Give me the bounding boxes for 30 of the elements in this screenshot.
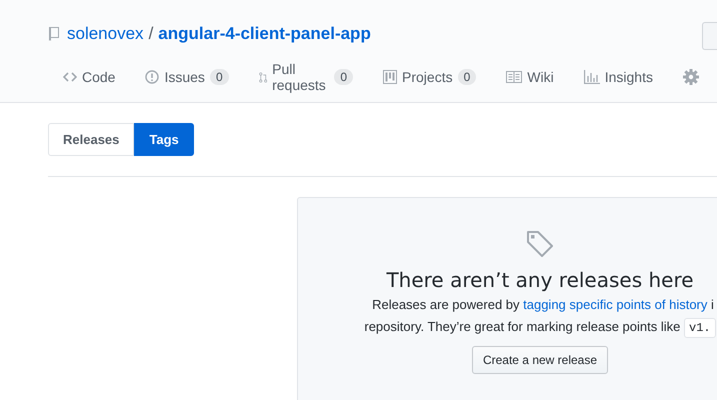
nav-tab[interactable]: Projects 0 bbox=[383, 64, 476, 92]
header-button[interactable] bbox=[702, 22, 717, 50]
version-code: v1. bbox=[684, 318, 716, 338]
path-separator: / bbox=[148, 24, 154, 44]
nav-tab[interactable]: Issues 0 bbox=[145, 64, 229, 92]
blankslate-text: Releases are powered by tagging specific points of history i bbox=[372, 296, 714, 314]
tagging-link[interactable]: tagging specific points of history bbox=[523, 297, 708, 312]
counter-badge: 0 bbox=[210, 69, 229, 85]
bar-graph-icon bbox=[584, 70, 600, 84]
book-icon bbox=[506, 71, 522, 83]
blankslate-text: repository. They’re great for marking release points like bbox=[364, 319, 680, 334]
repo-name-link[interactable]: angular-4-client-panel-app bbox=[158, 24, 371, 44]
counter-badge: 0 bbox=[334, 69, 354, 85]
nav-tab[interactable]: Wiki bbox=[506, 64, 554, 92]
owner-link[interactable]: solenovex bbox=[67, 24, 144, 44]
blankslate-title: There aren’t any releases here bbox=[386, 268, 694, 292]
code-icon bbox=[63, 71, 77, 83]
pull-request-icon bbox=[258, 70, 268, 84]
nav-tab[interactable]: Pull requests 0 bbox=[258, 64, 354, 92]
nav-tab[interactable]: Code bbox=[63, 64, 116, 92]
repo-icon bbox=[48, 26, 60, 42]
nav-tab[interactable]: Insights bbox=[584, 64, 653, 92]
subnav-tab[interactable]: Releases bbox=[48, 123, 134, 156]
issue-icon bbox=[145, 70, 160, 84]
board-icon bbox=[383, 70, 398, 84]
settings-icon bbox=[682, 69, 699, 85]
counter-badge: 0 bbox=[458, 69, 476, 85]
create-release-button[interactable]: Create a new release bbox=[472, 346, 608, 374]
subnav-tab[interactable]: Tags bbox=[134, 123, 194, 156]
tag-icon bbox=[526, 230, 554, 258]
